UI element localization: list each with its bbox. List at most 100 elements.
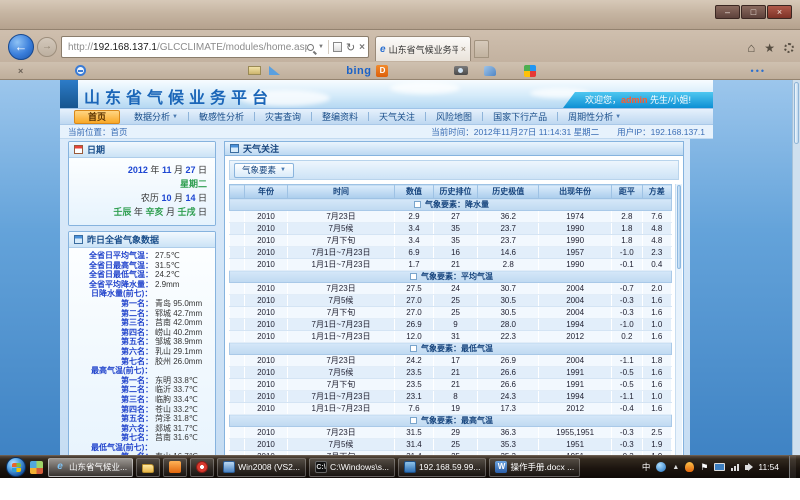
table-row[interactable]: 20107月下旬23.52126.61991-0.51.6: [230, 379, 672, 391]
nav-item-7[interactable]: 国家下行产品: [483, 109, 557, 124]
dropdown-caret-icon[interactable]: ▼: [318, 44, 324, 50]
group-checkbox[interactable]: [414, 201, 421, 208]
minimize-button[interactable]: –: [715, 5, 740, 19]
group-title: 气象要素：最高气温: [421, 416, 493, 425]
table-row[interactable]: 20107月23日24.21726.92004-1.11.8: [230, 355, 672, 367]
grid-group-row[interactable]: 气象要素：最高气温: [230, 415, 672, 427]
table-cell: 2010: [245, 331, 288, 343]
colorful-app-icon[interactable]: [524, 65, 536, 77]
table-row[interactable]: 20107月5候3.43523.719901.84.8: [230, 223, 672, 235]
tab-close-icon[interactable]: ×: [461, 44, 466, 54]
nav-item-4[interactable]: 整编资料: [312, 109, 368, 124]
nav-item-6[interactable]: 风险地图: [426, 109, 482, 124]
security-flame-icon[interactable]: [685, 462, 694, 472]
grid-group-row[interactable]: 气象要素：降水量: [230, 199, 672, 211]
pinned-app-icon[interactable]: [30, 461, 43, 474]
group-checkbox[interactable]: [410, 417, 417, 424]
search-icon[interactable]: [307, 44, 314, 51]
grid-header-cell[interactable]: 历史极值: [478, 185, 539, 199]
action-center-flag-icon[interactable]: ⚑: [700, 462, 708, 473]
blocker-icon[interactable]: [75, 65, 86, 76]
group-checkbox[interactable]: [410, 273, 417, 280]
tools-gear-icon[interactable]: [784, 43, 794, 53]
table-row[interactable]: 20107月1日~7月23日6.91614.61957-1.02.3: [230, 247, 672, 259]
close-button[interactable]: ×: [767, 5, 792, 19]
plugin-icon[interactable]: D: [376, 65, 388, 77]
page-scrollbar-thumb[interactable]: [794, 82, 799, 144]
taskbar-task-ie[interactable]: e山东省气候业...: [48, 458, 133, 477]
stop-icon[interactable]: ×: [359, 42, 365, 53]
group-checkbox[interactable]: [410, 345, 417, 352]
nav-item-5[interactable]: 天气关注: [369, 109, 425, 124]
ime-ball-icon[interactable]: [656, 462, 666, 472]
card-icon[interactable]: [248, 66, 261, 75]
grid-scrollbar-thumb[interactable]: [677, 185, 681, 269]
home-icon[interactable]: ⌂: [747, 40, 755, 55]
favorites-star-icon[interactable]: ★: [764, 41, 775, 55]
table-row[interactable]: 20107月23日27.52430.72004-0.72.0: [230, 283, 672, 295]
network-icon[interactable]: [731, 464, 739, 471]
ranking-row: 第四名：崂山 40.2mm: [69, 328, 213, 338]
grid-header-cell[interactable]: 出现年份: [539, 185, 612, 199]
grid-header-cell[interactable]: 时间: [287, 185, 394, 199]
nav-item-1[interactable]: 数据分析▼: [124, 109, 188, 124]
table-row[interactable]: 20107月1日~7月23日23.1824.31994-1.11.0: [230, 391, 672, 403]
bing-logo[interactable]: bing: [346, 65, 371, 77]
refresh-icon[interactable]: ↻: [346, 41, 355, 54]
page-scrollbar[interactable]: [792, 80, 800, 455]
taskbar-task-app[interactable]: Win2008 (VS2...: [217, 458, 306, 477]
table-row[interactable]: 20101月1日~7月23日7.61917.32012-0.41.6: [230, 403, 672, 415]
taskbar-clock[interactable]: 11:54: [758, 462, 779, 472]
volume-icon[interactable]: [745, 465, 749, 470]
table-row[interactable]: 20101月1日~7月23日1.7212.81990-0.10.4: [230, 259, 672, 271]
display-icon[interactable]: [714, 463, 725, 471]
taskbar-task-folder[interactable]: [136, 458, 160, 477]
table-row[interactable]: 20107月23日2.92736.219742.87.6: [230, 211, 672, 223]
table-row[interactable]: 20107月下旬27.02530.52004-0.31.6: [230, 307, 672, 319]
chevron-down-icon: ▼: [280, 167, 286, 173]
taskbar-task-cmd[interactable]: C:\C:\Windows\s...: [309, 458, 395, 477]
window-titlebar[interactable]: – □ ×: [0, 0, 800, 30]
nav-item-3[interactable]: 灾害查询: [255, 109, 311, 124]
new-tab-button[interactable]: [474, 40, 489, 58]
show-desktop-button[interactable]: [789, 456, 796, 479]
ime-indicator[interactable]: 中: [642, 461, 651, 473]
tray-expand-icon[interactable]: ▲: [672, 464, 679, 471]
camera-icon[interactable]: [454, 66, 468, 75]
taskbar-task-media[interactable]: [190, 458, 214, 477]
table-row[interactable]: 20101月1日~7月23日12.03122.320120.21.6: [230, 331, 672, 343]
mail-sail-icon[interactable]: [269, 66, 280, 75]
table-row[interactable]: 20107月23日31.52936.31955,1951-0.32.5: [230, 427, 672, 439]
browser-tab[interactable]: e 山东省气候业务平... ×: [375, 36, 471, 61]
taskbar-task-word[interactable]: W操作手册.docx ...: [489, 458, 580, 477]
nav-item-2[interactable]: 敏感性分析: [189, 109, 254, 124]
element-dropdown-button[interactable]: 气象要素 ▼: [234, 163, 294, 178]
maximize-button[interactable]: □: [741, 5, 766, 19]
table-row[interactable]: 20107月1日~7月23日26.9928.01994-1.01.0: [230, 319, 672, 331]
grid-header-cell[interactable]: 距平: [612, 185, 642, 199]
table-row[interactable]: 20107月5候27.02530.52004-0.31.6: [230, 295, 672, 307]
grid-header-cell[interactable]: 方差: [642, 185, 671, 199]
nav-item-8[interactable]: 周期性分析▼: [558, 109, 631, 124]
capture-icon[interactable]: [484, 66, 496, 76]
grid-group-row[interactable]: 气象要素：平均气温: [230, 271, 672, 283]
table-row[interactable]: 20107月5候23.52126.61991-0.51.6: [230, 367, 672, 379]
table-row[interactable]: 20107月5候31.42535.31951-0.31.9: [230, 439, 672, 451]
more-options-icon[interactable]: •••: [751, 66, 766, 76]
toolbar-close-icon[interactable]: ×: [18, 66, 23, 76]
nav-item-0[interactable]: 首页: [74, 110, 120, 124]
grid-group-row[interactable]: 气象要素：最低气温: [230, 343, 672, 355]
grid-header-cell[interactable]: 年份: [245, 185, 288, 199]
table-cell: 23.1: [395, 391, 434, 403]
taskbar-task-orange[interactable]: [163, 458, 187, 477]
grid-header-cell[interactable]: 历史排位: [433, 185, 478, 199]
start-button[interactable]: [6, 457, 26, 477]
compatibility-view-icon[interactable]: [333, 42, 342, 52]
address-bar[interactable]: http://192.168.137.1/GLCCLIMATE/modules/…: [61, 36, 369, 58]
grid-scrollbar[interactable]: [675, 184, 682, 455]
back-button[interactable]: ←: [8, 34, 34, 60]
taskbar-task-rdp[interactable]: 192.168.59.99...: [398, 458, 486, 477]
table-row[interactable]: 20107月下旬3.43523.719901.84.8: [230, 235, 672, 247]
forward-button[interactable]: →: [37, 37, 57, 57]
grid-header-cell[interactable]: 数值: [395, 185, 434, 199]
